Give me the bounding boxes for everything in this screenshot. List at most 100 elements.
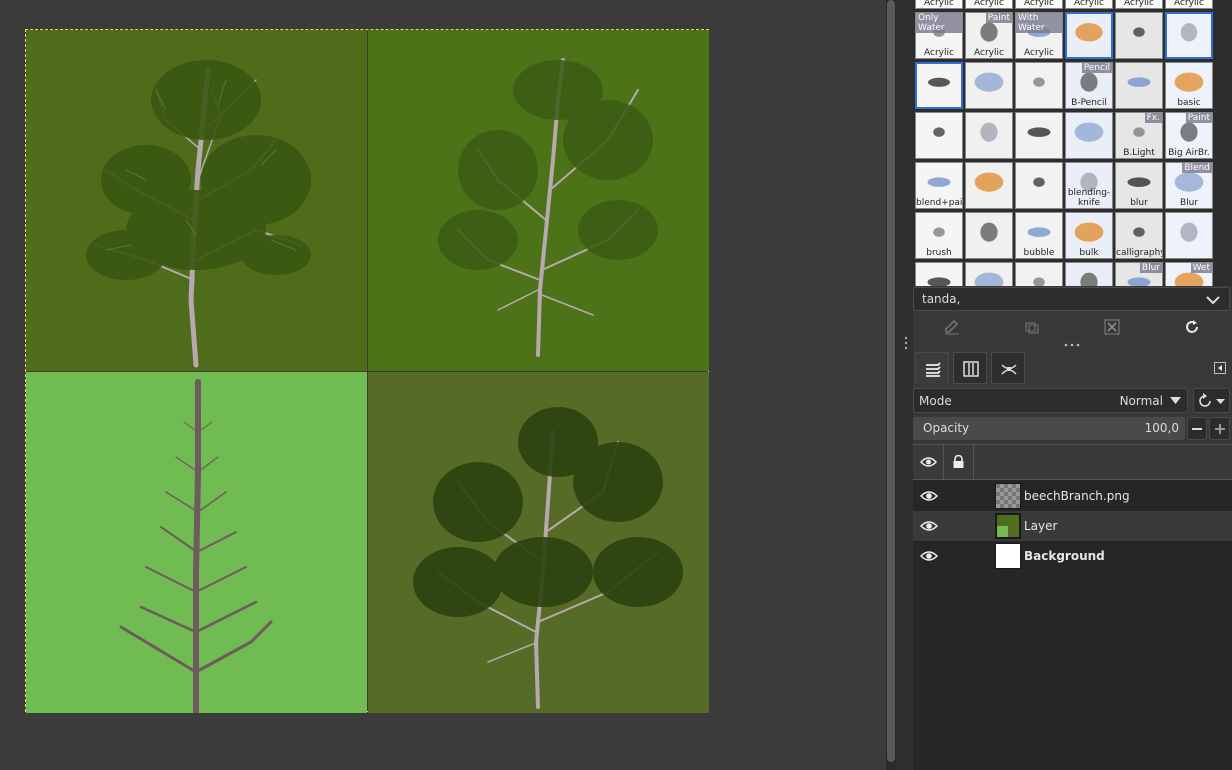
eye-icon[interactable] xyxy=(920,518,938,534)
opacity-decrease-button[interactable] xyxy=(1187,417,1207,440)
dock-menu-icon[interactable] xyxy=(1214,362,1226,374)
quad-bottom-left-tree xyxy=(26,372,367,713)
brush-tile[interactable] xyxy=(1165,212,1213,259)
brush-tile[interactable] xyxy=(1015,162,1063,209)
eye-icon[interactable] xyxy=(920,488,938,504)
brush-tile[interactable]: Blend Blur xyxy=(1165,162,1213,209)
quad-top-left-tree xyxy=(26,30,367,371)
brush-tile[interactable]: blur xyxy=(1115,162,1163,209)
duplicate-brush-icon[interactable] xyxy=(1023,318,1041,336)
mode-value: Normal xyxy=(1119,394,1163,408)
image-frame[interactable] xyxy=(25,29,709,713)
brush-tile[interactable] xyxy=(1015,62,1063,109)
brush-tile[interactable] xyxy=(965,262,1013,286)
brush-preview-icon xyxy=(1180,222,1198,242)
brush-tag: Paint xyxy=(1185,113,1212,123)
brush-acrylic[interactable]: Acrylic xyxy=(1065,0,1113,9)
brush-tile[interactable]: Paint Acrylic xyxy=(965,12,1013,59)
visibility-column-header[interactable] xyxy=(913,445,944,481)
brush-acrylic[interactable]: Acrylic xyxy=(1015,0,1063,9)
brush-tile[interactable]: basic xyxy=(1165,62,1213,109)
brush-tile[interactable]: calligraphy xyxy=(1115,212,1163,259)
refresh-icon[interactable] xyxy=(1183,318,1201,336)
brush-tile[interactable]: blending-knife xyxy=(1065,162,1113,209)
brush-tile[interactable] xyxy=(915,262,963,286)
dock-resize-handle-icon[interactable] xyxy=(1063,342,1081,348)
brush-acrylic[interactable]: Acrylic xyxy=(965,0,1013,9)
brush-tile[interactable]: Paint Big AirBr. xyxy=(1165,112,1213,159)
brush-tile[interactable] xyxy=(1165,12,1213,59)
brush-tile[interactable] xyxy=(965,162,1013,209)
delete-brush-icon[interactable] xyxy=(1103,318,1121,336)
brush-tile[interactable] xyxy=(1015,112,1063,159)
brush-label: Blur xyxy=(1179,198,1199,208)
brush-tile[interactable] xyxy=(1115,62,1163,109)
brush-tile[interactable] xyxy=(915,112,963,159)
brush-tag: Blend xyxy=(1182,163,1212,173)
brush-tile[interactable]: Pencil B-Pencil xyxy=(1065,62,1113,109)
brushes-grid[interactable]: Acrylic Acrylic Acrylic Acrylic Acrylic … xyxy=(913,0,1232,286)
brush-tile[interactable]: Blur xyxy=(1115,262,1163,286)
scrollbar-thumb[interactable] xyxy=(887,0,895,762)
brush-preview-icon xyxy=(974,72,1004,92)
brush-preview-icon xyxy=(1080,272,1098,286)
eye-icon[interactable] xyxy=(920,548,938,564)
lock-column-header[interactable] xyxy=(944,445,974,481)
brush-label: calligraphy xyxy=(1116,248,1163,258)
layer-mode-select[interactable]: Mode Normal xyxy=(913,388,1188,413)
mode-label: Mode xyxy=(919,394,952,408)
tab-channels[interactable] xyxy=(953,352,987,384)
brush-tile[interactable] xyxy=(965,62,1013,109)
opacity-increase-button[interactable] xyxy=(1209,417,1230,440)
brush-tag-filter[interactable]: tanda, xyxy=(913,287,1230,311)
brush-label: B-Pencil xyxy=(1071,98,1107,108)
paths-icon xyxy=(1001,364,1017,375)
brush-tile[interactable]: blend+paint xyxy=(915,162,963,209)
brush-tile[interactable]: Fx. B.Light xyxy=(1115,112,1163,159)
layer-row[interactable]: Background xyxy=(913,541,1232,571)
layer-thumbnail xyxy=(995,483,1021,509)
opacity-slider[interactable]: Opacity 100,0 xyxy=(913,417,1185,440)
eye-icon xyxy=(920,457,937,467)
brush-tile[interactable] xyxy=(1065,262,1113,286)
brush-tile[interactable]: Wet xyxy=(1165,262,1213,286)
brush-tile[interactable] xyxy=(1065,112,1113,159)
chevron-down-icon[interactable] xyxy=(1205,292,1221,308)
brush-tile[interactable] xyxy=(915,62,963,109)
layer-row[interactable]: Layer xyxy=(913,511,1232,541)
brush-tag-filter-value: tanda, xyxy=(922,292,961,306)
brush-acrylic[interactable]: Acrylic xyxy=(1165,0,1213,9)
brush-label: basic xyxy=(1177,98,1201,108)
brush-tile[interactable] xyxy=(965,212,1013,259)
layer-name: Layer xyxy=(1024,519,1058,533)
brush-tile[interactable] xyxy=(1015,262,1063,286)
brush-tag: Wet xyxy=(1190,263,1212,273)
brush-tile[interactable]: bulk xyxy=(1065,212,1113,259)
composite-mode-button[interactable] xyxy=(1193,388,1230,413)
brush-tag: Fx. xyxy=(1144,113,1162,123)
brush-acrylic[interactable]: Acrylic xyxy=(1115,0,1163,9)
layer-row[interactable]: beechBranch.png xyxy=(913,481,1232,511)
panel-divider[interactable] xyxy=(896,0,913,770)
layers-list[interactable]: beechBranch.png Layer Background xyxy=(913,480,1232,770)
brush-tile[interactable] xyxy=(1065,12,1113,59)
brush-tile[interactable] xyxy=(965,112,1013,159)
brush-tile[interactable] xyxy=(1115,12,1163,59)
brush-tile[interactable]: brush xyxy=(915,212,963,259)
brush-preview-icon xyxy=(933,127,945,137)
brush-preview-icon xyxy=(1074,122,1104,142)
dock-handle-icon[interactable] xyxy=(903,336,909,350)
brush-tile[interactable]: Only Water Acrylic xyxy=(915,12,963,59)
tab-paths[interactable] xyxy=(991,352,1025,384)
brush-acrylic[interactable]: Acrylic xyxy=(915,0,963,9)
brush-preview-icon xyxy=(1075,23,1103,42)
layers-icon xyxy=(926,362,941,377)
opacity-label: Opacity xyxy=(923,421,970,435)
plus-icon xyxy=(1215,424,1225,434)
edit-brush-icon[interactable] xyxy=(943,318,961,336)
minus-icon xyxy=(1192,428,1202,430)
tab-layers[interactable] xyxy=(915,352,949,384)
brush-tile[interactable]: bubble xyxy=(1015,212,1063,259)
brush-tile[interactable]: With Water Acrylic xyxy=(1015,12,1063,59)
brush-label: Acrylic xyxy=(924,48,954,58)
